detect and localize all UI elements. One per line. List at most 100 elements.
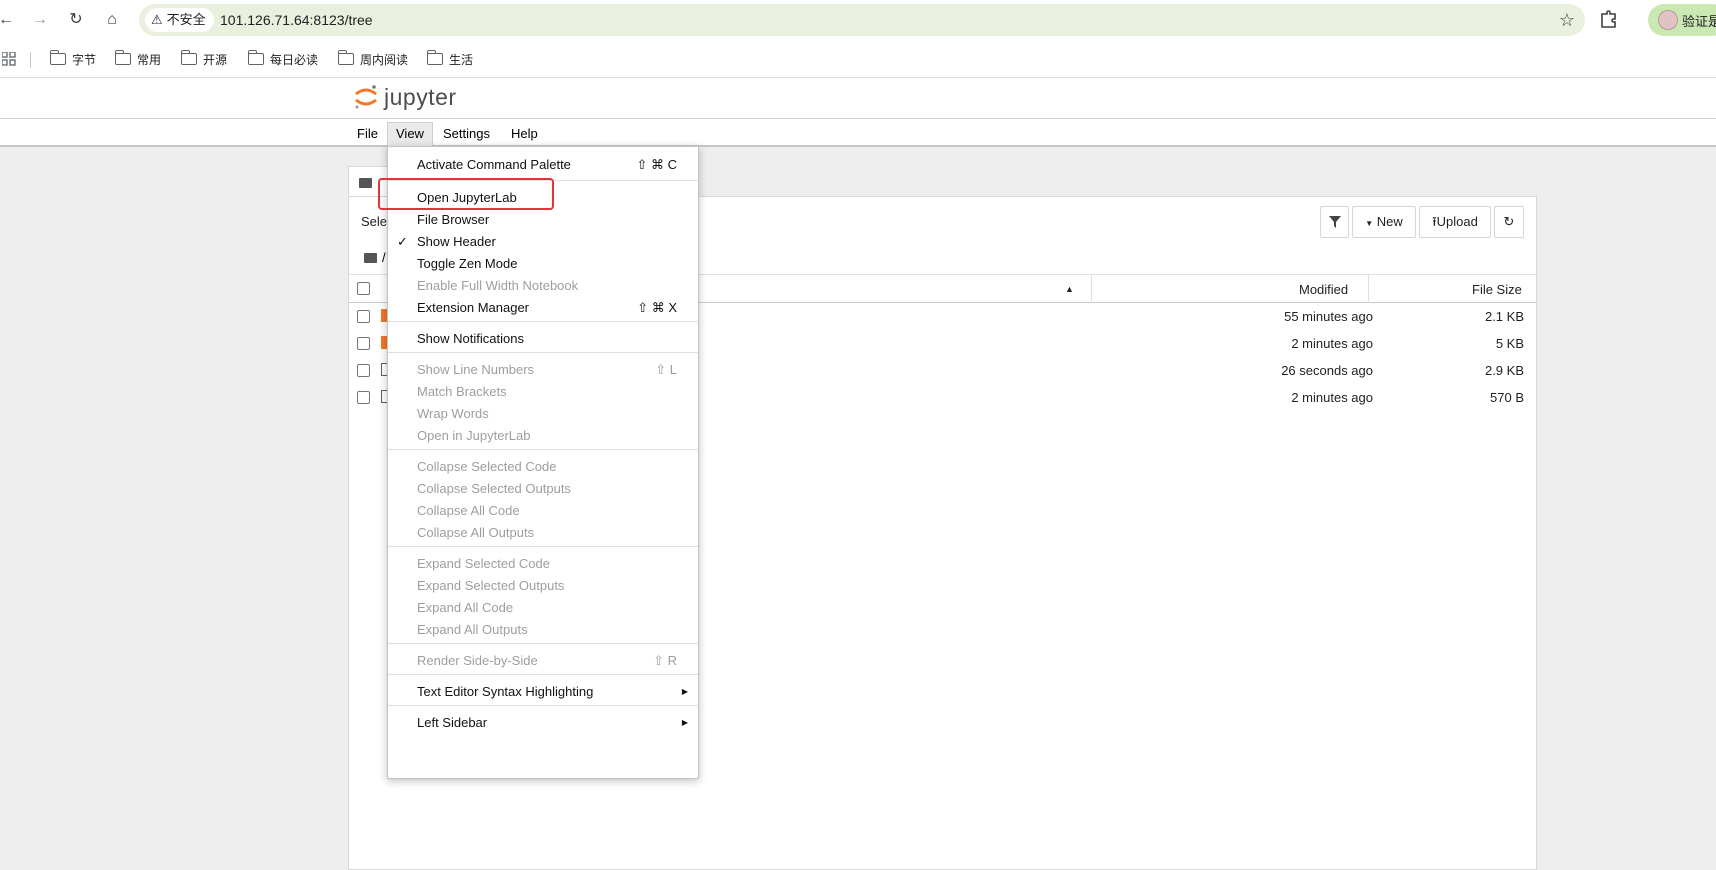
menu-item-shortcut: ⇧ L (655, 362, 677, 377)
column-file-size[interactable]: File Size (1472, 282, 1522, 297)
bookmark-star-icon[interactable]: ☆ (1559, 8, 1575, 32)
home-icon[interactable]: ⌂ (100, 8, 124, 32)
url-text[interactable]: 101.126.71.64:8123/tree (220, 4, 373, 36)
row-checkbox[interactable] (357, 364, 370, 377)
bookmarks-divider (30, 52, 31, 68)
menu-item-activate-command-palette[interactable]: Activate Command Palette ⇧ ⌘ C (388, 153, 698, 177)
checkmark-icon: ✓ (397, 234, 408, 249)
menu-separator (388, 546, 698, 547)
menu-item-label: Expand All Outputs (417, 622, 528, 637)
reload-icon[interactable]: ↻ (64, 8, 88, 32)
filter-icon (1328, 216, 1341, 228)
breadcrumb[interactable]: / (364, 250, 386, 265)
folder-icon (337, 50, 354, 65)
refresh-button[interactable]: ↻ (1494, 206, 1524, 238)
menu-item-label: Text Editor Syntax Highlighting (417, 684, 594, 699)
menu-item-label: Match Brackets (417, 384, 507, 399)
row-checkbox[interactable] (357, 310, 370, 323)
menu-item-label: Wrap Words (417, 406, 489, 421)
jupyter-logo-text: jupyter (384, 83, 457, 110)
jupyter-logo[interactable]: jupyter (354, 83, 457, 111)
menu-item-show-line-numbers: Show Line Numbers ⇧ L (388, 358, 698, 382)
menu-item-toggle-zen-mode[interactable]: Toggle Zen Mode (388, 252, 698, 276)
menu-item-label: Collapse All Outputs (417, 525, 535, 540)
bookmark-folder[interactable]: 每日必读 (247, 49, 318, 69)
row-size: 570 B (1490, 390, 1524, 405)
browser-toolbar: ← → ↻ ⌂ ⚠ 不安全 101.126.71.64:8123/tree ☆ … (0, 0, 1716, 40)
menu-bar: File View Settings Help (0, 119, 1716, 147)
refresh-icon: ↻ (1503, 214, 1515, 229)
menu-separator (388, 321, 698, 322)
bookmark-folder[interactable]: 常用 (114, 49, 161, 69)
upload-button[interactable]: ⭱Upload (1419, 206, 1491, 238)
menu-item-label: Extension Manager (417, 300, 530, 315)
menu-item-label: Activate Command Palette (417, 157, 571, 172)
bookmark-folder[interactable]: 周内阅读 (337, 49, 408, 69)
folder-icon (364, 252, 377, 263)
menu-item-shortcut: ⇧ ⌘ C (636, 157, 677, 172)
menu-help[interactable]: Help (503, 122, 546, 146)
menu-item-file-browser[interactable]: File Browser (388, 208, 698, 232)
menu-item-collapse-selected-outputs: Collapse Selected Outputs (388, 477, 698, 501)
folder-icon (359, 178, 372, 188)
sort-ascending-icon[interactable]: ▲ (1065, 284, 1074, 294)
row-checkbox[interactable] (357, 337, 370, 350)
row-checkbox[interactable] (357, 391, 370, 404)
folder-icon (114, 50, 131, 65)
menu-item-extension-manager[interactable]: Extension Manager ⇧ ⌘ X (388, 296, 698, 320)
menu-item-open-in-jupyterlab: Open in JupyterLab (388, 424, 698, 448)
menu-item-label: File Browser (417, 212, 490, 227)
apps-grid-icon[interactable] (2, 52, 16, 66)
row-modified: 55 minutes ago (1284, 309, 1373, 324)
select-all-checkbox[interactable] (357, 282, 370, 295)
menu-item-wrap-words: Wrap Words (388, 402, 698, 426)
menu-item-expand-all-outputs: Expand All Outputs (388, 618, 698, 642)
forward-arrow-icon[interactable]: → (28, 8, 52, 32)
bookmark-folder[interactable]: 字节 (49, 49, 96, 69)
address-bar[interactable]: ⚠ 不安全 101.126.71.64:8123/tree ☆ (139, 4, 1585, 36)
row-size: 5 KB (1495, 336, 1524, 351)
highlight-annotation (378, 178, 554, 210)
menu-item-text-editor-syntax-highlighting[interactable]: Text Editor Syntax Highlighting ▶ (388, 680, 698, 704)
submenu-arrow-icon: ▶ (681, 687, 688, 696)
warning-icon: ⚠ (151, 12, 163, 27)
menu-file[interactable]: File (349, 122, 386, 146)
back-arrow-icon[interactable]: ← (0, 8, 18, 32)
extensions-icon[interactable] (1597, 8, 1621, 32)
folder-icon (426, 50, 443, 65)
bookmarks-bar: 字节 常用 开源 每日必读 周内阅读 生活 (0, 40, 1716, 78)
menu-item-label: Expand All Code (417, 600, 514, 615)
folder-icon (49, 50, 66, 65)
bookmark-folder[interactable]: 开源 (180, 49, 227, 69)
menu-item-show-notifications[interactable]: Show Notifications (388, 327, 698, 351)
menu-separator (388, 643, 698, 644)
menu-view[interactable]: View (387, 122, 433, 146)
select-hint-text: Sele (361, 214, 388, 229)
menu-item-show-header[interactable]: ✓ Show Header (388, 230, 698, 254)
menu-item-label: Show Line Numbers (417, 362, 535, 377)
profile-button[interactable]: 验证是 (1648, 4, 1716, 36)
menu-item-shortcut: ⇧ R (653, 653, 677, 668)
menu-item-collapse-all-code: Collapse All Code (388, 499, 698, 523)
menu-item-expand-selected-code: Expand Selected Code (388, 552, 698, 576)
menu-item-left-sidebar[interactable]: Left Sidebar ▶ (388, 711, 698, 735)
menu-item-enable-full-width-notebook: Enable Full Width Notebook (388, 274, 698, 298)
new-button[interactable]: ▼ New (1352, 206, 1416, 238)
folder-icon (247, 50, 264, 65)
row-modified: 26 seconds ago (1281, 363, 1373, 378)
menu-separator (388, 449, 698, 450)
menu-item-label: Toggle Zen Mode (417, 256, 518, 271)
security-chip[interactable]: ⚠ 不安全 (145, 8, 214, 32)
caret-down-icon: ▼ (1365, 219, 1374, 228)
bookmark-folder[interactable]: 生活 (426, 49, 473, 69)
menu-item-collapse-all-outputs: Collapse All Outputs (388, 521, 698, 545)
avatar (1658, 10, 1678, 30)
filter-button[interactable] (1320, 206, 1349, 238)
jupyter-header: jupyter (0, 78, 1716, 119)
menu-item-label: Expand Selected Outputs (417, 578, 565, 593)
row-size: 2.1 KB (1484, 309, 1524, 324)
column-modified[interactable]: Modified (1299, 282, 1348, 297)
menu-settings[interactable]: Settings (435, 122, 498, 146)
row-modified: 2 minutes ago (1291, 390, 1373, 405)
view-menu-dropdown: Activate Command Palette ⇧ ⌘ C Open Jupyte… (387, 146, 699, 779)
